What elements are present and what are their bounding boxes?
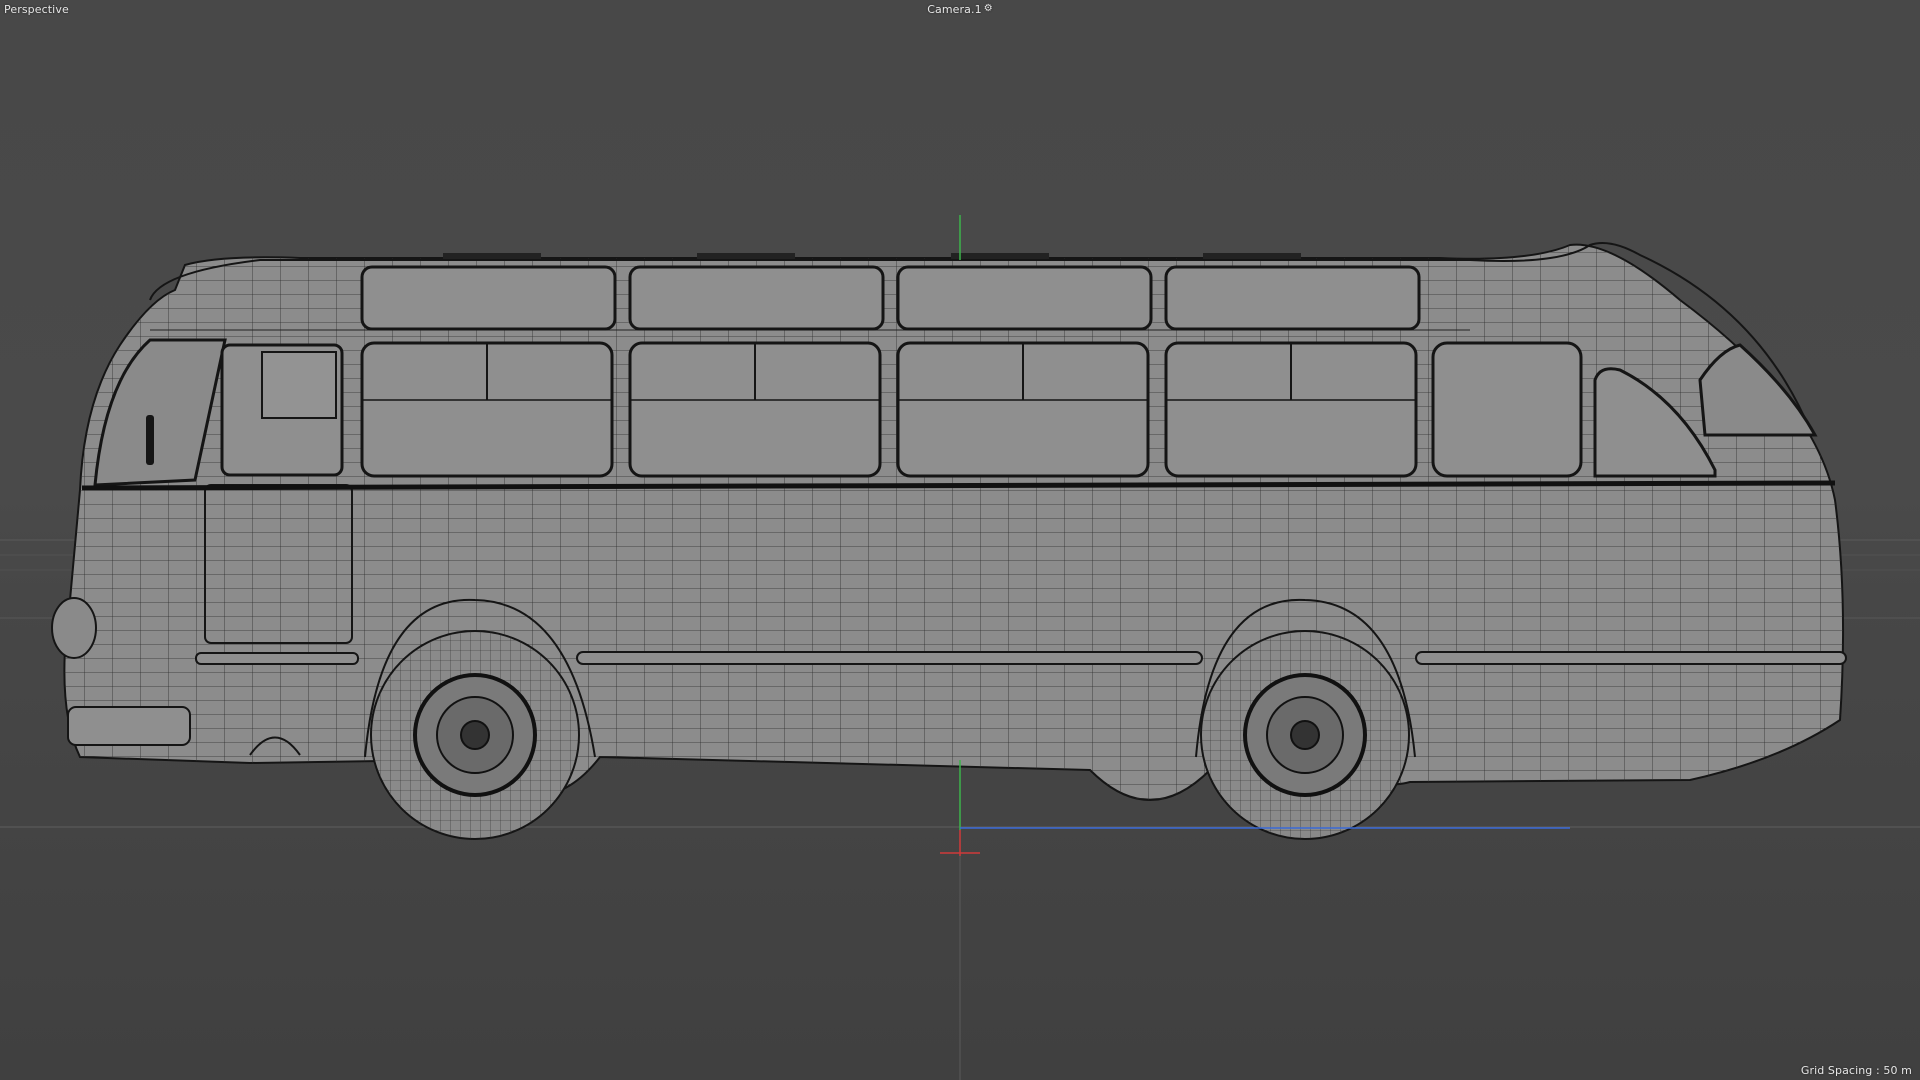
front-wheel <box>370 630 580 840</box>
rear-wheel <box>1200 630 1410 840</box>
3d-viewport[interactable]: Perspective Camera.1 ⚙ Grid Spacing : 50 … <box>0 0 1920 1080</box>
bus-model[interactable] <box>0 240 1920 801</box>
viewport-scene[interactable] <box>0 0 1920 1080</box>
